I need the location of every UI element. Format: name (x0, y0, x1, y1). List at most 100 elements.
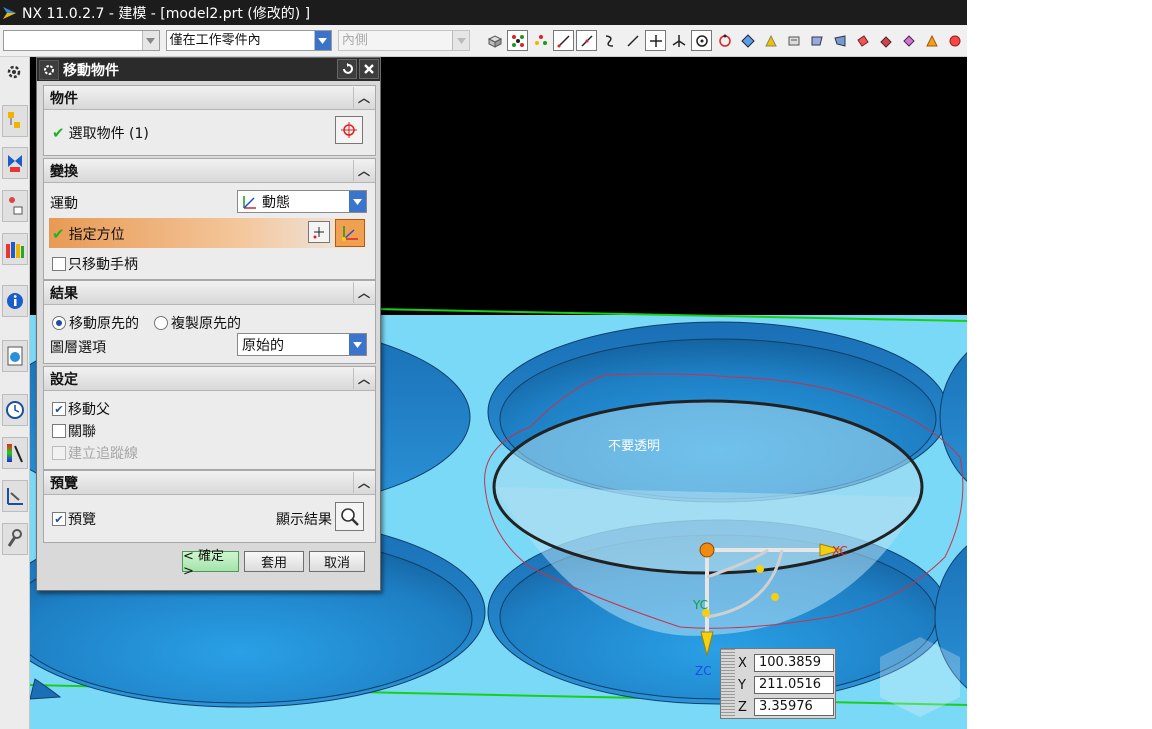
show-result-button[interactable] (335, 502, 364, 531)
cone-icon[interactable] (921, 30, 942, 51)
collapse-icon[interactable]: ︿ (353, 160, 374, 181)
history-clock-icon[interactable] (2, 394, 28, 426)
layer-option-select[interactable]: 原始的 (237, 333, 367, 356)
reuse-library-icon[interactable] (2, 233, 28, 265)
collapse-icon[interactable]: ︿ (353, 282, 374, 303)
transform-header[interactable]: 變換 ︿ (44, 159, 375, 183)
slash-icon[interactable] (622, 30, 643, 51)
zc-axis-label: ZC (695, 664, 712, 678)
paint-icon[interactable] (852, 30, 873, 51)
preview-header[interactable]: 預覽 ︿ (44, 471, 375, 495)
gear-icon[interactable] (0, 59, 28, 85)
panel-icon[interactable] (783, 30, 804, 51)
select-object-button[interactable] (335, 116, 363, 144)
coordinate-input-box: X 100.3859 Y 211.0516 Z 3.35976 (720, 648, 836, 719)
circle-icon[interactable] (714, 30, 735, 51)
selection-scope-combo[interactable]: 僅在工作零件內 (165, 30, 332, 51)
preview-checkbox[interactable]: ✔ (52, 512, 66, 526)
constraint-navigator-icon[interactable] (2, 147, 28, 179)
plus-point-icon (313, 227, 324, 239)
associative-checkbox[interactable] (52, 424, 66, 438)
chevron-down-icon[interactable] (349, 334, 366, 355)
cancel-button[interactable]: 取消 (309, 551, 365, 572)
ok-button[interactable]: < 確定 > (182, 549, 239, 579)
move-parent-label: 移動父 (68, 402, 110, 418)
point-dialog-button[interactable] (308, 221, 330, 243)
move-handle-only-row[interactable]: 只移動手柄 (52, 254, 138, 274)
x-coordinate-input[interactable]: 100.3859 (754, 654, 834, 672)
diamond-icon[interactable] (737, 30, 758, 51)
result-header[interactable]: 結果 ︿ (44, 281, 375, 305)
y-coordinate-input[interactable]: 211.0516 (754, 676, 834, 694)
nx-logo-icon (3, 6, 16, 19)
cube-icon[interactable] (484, 30, 505, 51)
z-coordinate-input[interactable]: 3.35976 (754, 698, 834, 716)
type-filter-combo[interactable] (3, 30, 160, 51)
magnifier-icon (340, 507, 359, 526)
drag-handle[interactable] (721, 649, 735, 718)
select-object-label: 選取物件 (1) (68, 126, 149, 142)
check-icon: ✔ (52, 225, 65, 243)
copy-original-option[interactable]: 複製原先的 (154, 313, 241, 333)
associative-label: 關聯 (68, 424, 96, 440)
specify-orientation-label: 指定方位 (68, 227, 125, 243)
copy-original-label: 複製原先的 (171, 316, 241, 332)
system-tools-icon[interactable] (2, 523, 28, 555)
move-handle-only-checkbox[interactable] (52, 257, 66, 271)
x-label: X (738, 655, 747, 671)
move-original-option[interactable]: 移動原先的 (52, 313, 139, 333)
collapse-icon[interactable]: ︿ (353, 368, 374, 389)
perpendicular-icon[interactable] (668, 30, 689, 51)
move-original-radio[interactable] (52, 316, 66, 330)
reset-icon[interactable] (337, 59, 357, 79)
chevron-down-icon[interactable] (141, 31, 159, 50)
diagonal-line-icon[interactable] (576, 30, 597, 51)
curve-icon[interactable] (599, 30, 620, 51)
web-browser-icon[interactable] (2, 340, 28, 372)
move-original-label: 移動原先的 (69, 316, 139, 332)
snap-grid-icon[interactable] (507, 30, 528, 51)
close-icon[interactable] (359, 59, 379, 79)
objects-group: 物件 ︿ ✔ 選取物件 (1) (43, 85, 376, 156)
select-object-row[interactable]: ✔ 選取物件 (1) (52, 123, 149, 143)
result-header-label: 結果 (50, 285, 78, 302)
window-title: NX 11.0.2.7 - 建模 - [model2.prt (修改的) ] (22, 5, 311, 22)
visualization-icon[interactable] (2, 437, 28, 469)
fan-icon[interactable] (829, 30, 850, 51)
chevron-down-icon[interactable] (349, 191, 366, 212)
motion-select[interactable]: 動態 (237, 190, 367, 213)
transform-header-label: 變換 (50, 163, 78, 180)
specify-orientation-row[interactable]: ✔ 指定方位 (49, 218, 371, 248)
csys-dialog-button[interactable] (335, 219, 365, 247)
snap-points-icon[interactable] (530, 30, 551, 51)
settings-header[interactable]: 設定 ︿ (44, 367, 375, 391)
fill-icon[interactable] (875, 30, 896, 51)
move-object-dialog: 移動物件 物件 ︿ ✔ 選取物件 (1) 變換 ︿ 運動 動態 ✔ 指定方位 只… (36, 57, 381, 591)
move-parent-checkbox[interactable]: ✔ (52, 402, 66, 416)
associative-row[interactable]: 關聯 (52, 421, 96, 441)
collapse-icon[interactable]: ︿ (353, 472, 374, 493)
circle-center-icon[interactable] (691, 30, 712, 51)
create-trace-checkbox (52, 446, 66, 460)
move-parent-row[interactable]: ✔ 移動父 (52, 399, 110, 419)
triangle-icon[interactable] (760, 30, 781, 51)
diamond2-icon[interactable] (898, 30, 919, 51)
copy-original-radio[interactable] (154, 316, 168, 330)
objects-header[interactable]: 物件 ︿ (44, 86, 375, 110)
collapse-icon[interactable]: ︿ (353, 87, 374, 108)
flag-icon[interactable] (806, 30, 827, 51)
chevron-down-icon[interactable] (313, 31, 331, 50)
line-icon[interactable] (553, 30, 574, 51)
sphere-icon[interactable] (944, 30, 965, 51)
info-icon[interactable] (2, 285, 28, 317)
assembly-scope-combo[interactable]: 內側 (337, 30, 470, 51)
cross-icon[interactable] (645, 30, 666, 51)
preview-row[interactable]: ✔ 預覽 (52, 509, 96, 529)
apply-button[interactable]: 套用 (244, 551, 304, 572)
z-coordinate-row: Z 3.35976 (738, 697, 836, 717)
gear-icon[interactable] (39, 59, 59, 80)
part-navigator-icon[interactable] (2, 190, 28, 222)
assembly-navigator-icon[interactable] (2, 105, 28, 137)
chevron-down-icon[interactable] (452, 31, 469, 50)
roles-icon[interactable] (2, 480, 28, 512)
